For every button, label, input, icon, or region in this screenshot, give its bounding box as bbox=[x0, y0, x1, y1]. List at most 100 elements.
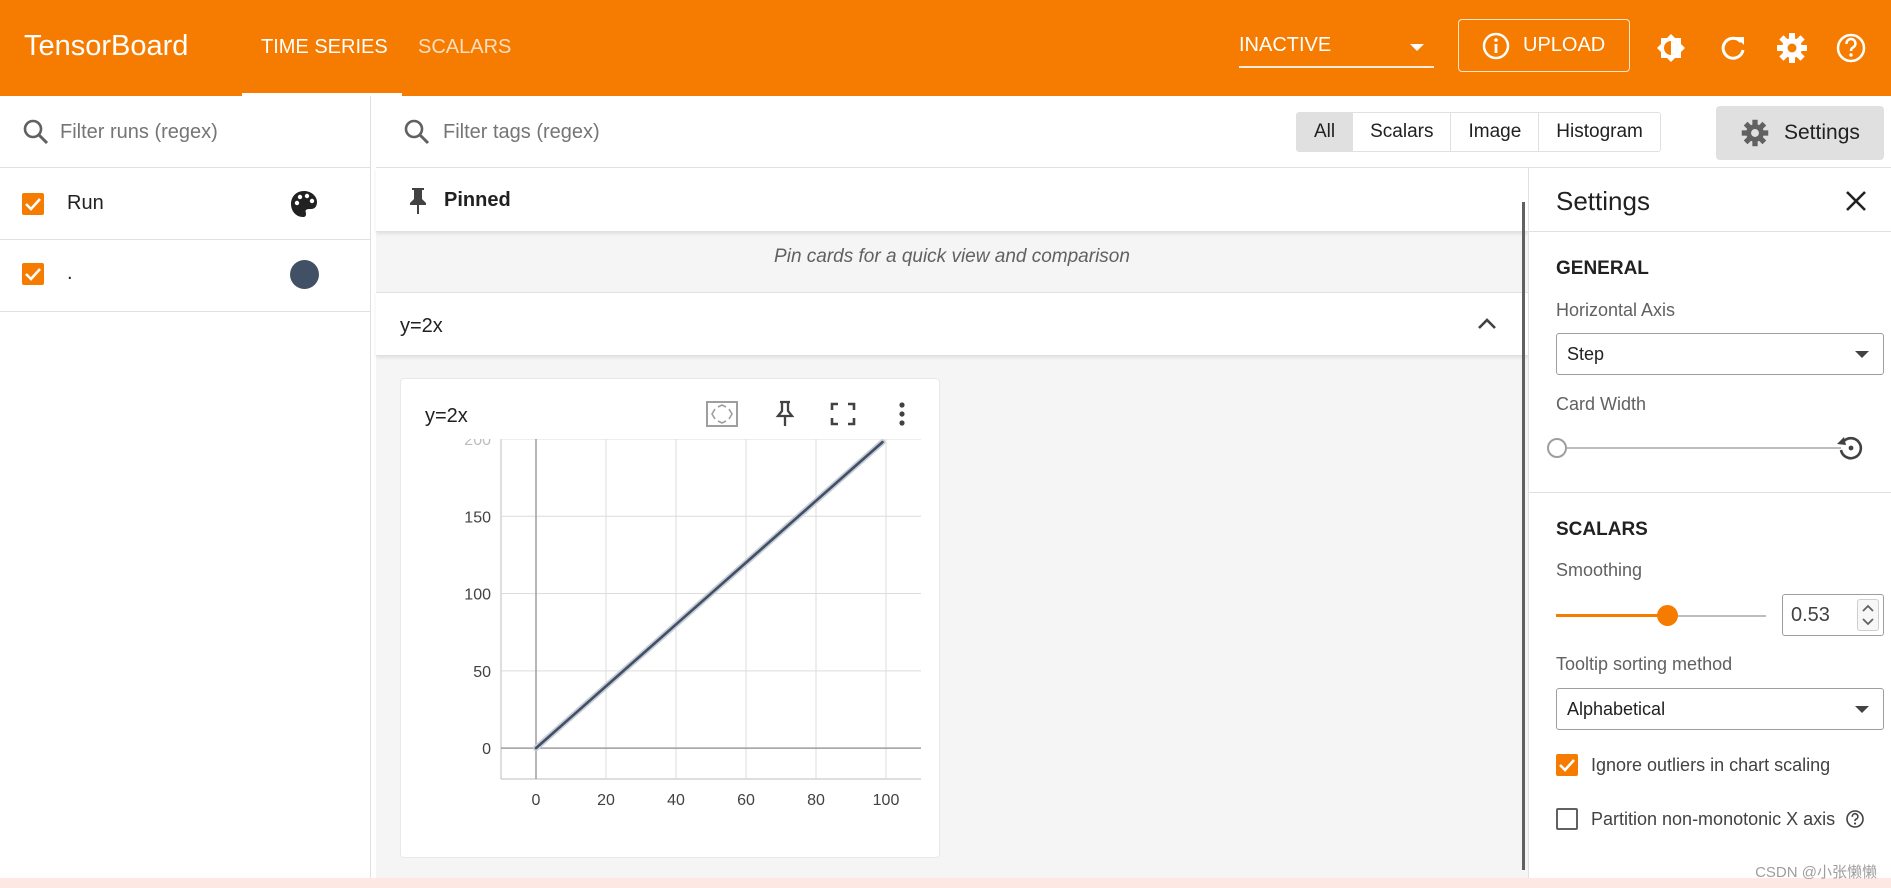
general-section-title: GENERAL bbox=[1556, 258, 1649, 279]
search-icon bbox=[404, 119, 430, 145]
tags-filter-input[interactable] bbox=[443, 116, 943, 148]
scalars-section-title: SCALARS bbox=[1556, 519, 1648, 540]
partition-x-axis-checkbox[interactable] bbox=[1556, 808, 1578, 830]
info-circle-icon bbox=[1482, 32, 1510, 59]
runs-header-row: Run bbox=[0, 168, 370, 240]
smoothing-spinner[interactable] bbox=[1857, 599, 1879, 631]
close-icon[interactable] bbox=[1845, 190, 1867, 212]
palette-icon[interactable] bbox=[289, 189, 319, 219]
bottom-strip bbox=[0, 878, 1891, 888]
fullscreen-icon[interactable] bbox=[829, 399, 857, 429]
settings-panel-title: Settings bbox=[1556, 186, 1650, 216]
select-all-runs-checkbox[interactable] bbox=[22, 193, 44, 215]
check-icon bbox=[25, 268, 41, 281]
main-content: Pinned Pin cards for a quick view and co… bbox=[376, 168, 1528, 878]
line-chart[interactable]: 0 20 40 60 80 100 0 50 100 150 200 bbox=[401, 439, 939, 809]
run-checkbox[interactable] bbox=[22, 263, 44, 285]
check-icon bbox=[25, 198, 41, 211]
smoothing-input[interactable]: 0.53 bbox=[1782, 594, 1884, 636]
help-icon[interactable] bbox=[1845, 809, 1865, 829]
runs-panel: Run . bbox=[0, 96, 371, 878]
top-app-bar: TensorBoard TIME SERIES SCALARS INACTIVE… bbox=[0, 0, 1891, 96]
brand-title: TensorBoard bbox=[24, 30, 189, 62]
search-icon bbox=[23, 119, 49, 145]
caret-down-icon bbox=[1855, 351, 1869, 358]
smoothing-value: 0.53 bbox=[1791, 604, 1830, 626]
gear-icon bbox=[1741, 119, 1769, 147]
card-title: y=2x bbox=[425, 405, 468, 427]
card-width-label: Card Width bbox=[1556, 394, 1647, 414]
type-tab-scalars[interactable]: Scalars bbox=[1352, 113, 1451, 151]
refresh-icon[interactable] bbox=[1716, 31, 1750, 65]
y-tick-label: 0 bbox=[482, 741, 491, 758]
horizontal-axis-select[interactable]: Step bbox=[1556, 333, 1884, 375]
pin-card-icon[interactable] bbox=[773, 399, 797, 429]
x-tick-label: 60 bbox=[737, 792, 755, 809]
pinned-title: Pinned bbox=[444, 189, 511, 211]
card-width-slider-track[interactable] bbox=[1556, 447, 1841, 449]
ignore-outliers-checkbox[interactable] bbox=[1556, 754, 1578, 776]
runs-filter-input[interactable] bbox=[60, 116, 340, 148]
y-tick-label: 100 bbox=[464, 587, 491, 604]
run-row[interactable]: . bbox=[0, 240, 370, 312]
smoothing-slider-fill bbox=[1556, 614, 1667, 617]
more-options-icon[interactable] bbox=[897, 399, 907, 429]
plugin-type-filter: All Scalars Image Histogram bbox=[1296, 112, 1661, 152]
tag-group-header[interactable]: y=2x bbox=[376, 292, 1528, 356]
type-tab-all[interactable]: All bbox=[1297, 113, 1353, 151]
upload-label: UPLOAD bbox=[1523, 34, 1606, 56]
settings-panel-header: Settings bbox=[1529, 168, 1891, 232]
help-icon[interactable] bbox=[1834, 31, 1868, 65]
caret-down-icon bbox=[1855, 706, 1869, 713]
caret-down-icon bbox=[1410, 44, 1424, 51]
theme-toggle-icon[interactable] bbox=[1654, 31, 1688, 65]
fit-domain-icon[interactable] bbox=[705, 399, 739, 429]
horizontal-axis-value: Step bbox=[1567, 344, 1605, 364]
runs-filter-row bbox=[0, 96, 370, 168]
series-line bbox=[534, 440, 884, 750]
pinned-section-header: Pinned bbox=[376, 168, 1528, 232]
tab-time-series[interactable]: TIME SERIES bbox=[261, 36, 388, 59]
reset-icon[interactable] bbox=[1835, 432, 1867, 464]
settings-gear-icon[interactable] bbox=[1775, 31, 1809, 65]
chevron-up-icon[interactable] bbox=[1476, 313, 1498, 335]
y-tick-label: 50 bbox=[473, 664, 491, 681]
section-divider bbox=[1529, 492, 1891, 493]
check-icon bbox=[1559, 759, 1575, 772]
spinner-arrows-icon bbox=[1862, 604, 1874, 626]
ignore-outliers-label: Ignore outliers in chart scaling bbox=[1591, 755, 1831, 775]
smoothing-label: Smoothing bbox=[1556, 560, 1643, 580]
scalar-card: y=2x 0 20 40 60 80 100 0 50 100 150 200 bbox=[400, 378, 940, 858]
tag-group-title: y=2x bbox=[400, 315, 443, 337]
tooltip-sort-value: Alphabetical bbox=[1567, 699, 1666, 719]
watermark-text: CSDN @小张懒懒 bbox=[1755, 864, 1877, 881]
run-name: . bbox=[67, 262, 73, 284]
settings-panel: Settings GENERAL Horizontal Axis Step Ca… bbox=[1528, 168, 1891, 878]
pinned-empty-hint: Pin cards for a quick view and compariso… bbox=[774, 246, 1130, 267]
inactive-dropdown-label: INACTIVE bbox=[1239, 34, 1332, 56]
tags-toolbar: All Scalars Image Histogram Settings bbox=[376, 96, 1891, 168]
x-tick-label: 20 bbox=[597, 792, 615, 809]
x-tick-label: 0 bbox=[532, 792, 541, 809]
inactive-plugins-dropdown[interactable]: INACTIVE bbox=[1239, 30, 1434, 68]
tab-scalars[interactable]: SCALARS bbox=[418, 36, 511, 59]
x-tick-label: 40 bbox=[667, 792, 685, 809]
horizontal-axis-label: Horizontal Axis bbox=[1556, 300, 1676, 320]
settings-toggle-button[interactable]: Settings bbox=[1716, 106, 1884, 160]
x-tick-label: 100 bbox=[873, 792, 900, 809]
type-tab-histogram[interactable]: Histogram bbox=[1538, 113, 1660, 151]
smoothing-slider-thumb[interactable] bbox=[1657, 605, 1678, 626]
runs-header-label: Run bbox=[67, 192, 104, 214]
pin-icon bbox=[410, 188, 426, 214]
x-tick-label: 80 bbox=[807, 792, 825, 809]
upload-button[interactable]: UPLOAD bbox=[1458, 19, 1630, 72]
partition-x-axis-label: Partition non-monotonic X axis bbox=[1591, 809, 1836, 829]
run-color-swatch[interactable] bbox=[290, 260, 319, 289]
main-scrollbar[interactable] bbox=[1522, 202, 1525, 870]
tooltip-sort-label: Tooltip sorting method bbox=[1556, 654, 1733, 674]
type-tab-image[interactable]: Image bbox=[1450, 113, 1539, 151]
y-tick-label: 150 bbox=[464, 509, 491, 526]
card-width-slider-thumb[interactable] bbox=[1547, 438, 1567, 458]
y-tick-label: 200 bbox=[464, 439, 491, 449]
tooltip-sort-select[interactable]: Alphabetical bbox=[1556, 688, 1884, 730]
